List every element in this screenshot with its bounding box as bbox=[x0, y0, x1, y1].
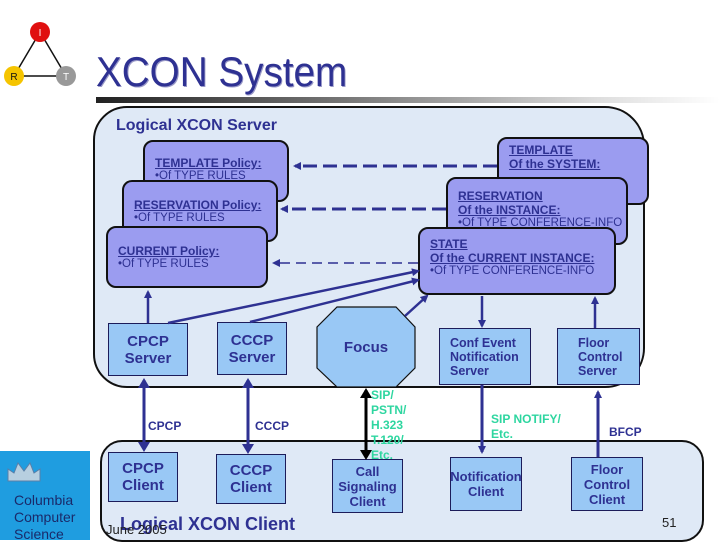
reservation-instance-line2: Of the INSTANCE: bbox=[458, 203, 561, 217]
slide-title: XCON System bbox=[96, 48, 348, 95]
notification-client-line: Client bbox=[467, 484, 505, 499]
conf-event-line: Conf Event bbox=[450, 335, 516, 350]
page-number: 51 bbox=[662, 515, 677, 530]
reservation-instance-title: RESERVATION bbox=[458, 189, 543, 203]
signaling-protocol-label: SIP/ PSTN/ H.323 T.120/ Etc. bbox=[371, 388, 406, 463]
logo-label-t: T bbox=[63, 72, 69, 83]
state-title: STATE bbox=[430, 237, 468, 251]
template-policy-title: TEMPLATE Policy: bbox=[155, 156, 262, 170]
signaling-proto-line: Etc. bbox=[371, 448, 394, 462]
bfcp-protocol-label: BFCP bbox=[609, 425, 642, 439]
state-subtitle: •Of TYPE CONFERENCE-INFO bbox=[430, 265, 595, 277]
crown-icon bbox=[7, 461, 41, 482]
call-signaling-line: Call bbox=[355, 463, 380, 479]
columbia-line: Science bbox=[14, 526, 64, 542]
notification-client[interactable]: Notification Client bbox=[450, 457, 522, 511]
floor-client-line: Control bbox=[583, 476, 631, 492]
conf-event-notification-server[interactable]: Conf Event Notification Server bbox=[439, 328, 531, 385]
floor-server-line: Server bbox=[578, 363, 617, 378]
current-policy[interactable]: CURRENT Policy: •Of TYPE RULES bbox=[106, 226, 268, 288]
signaling-proto-line: T.120/ bbox=[371, 433, 404, 447]
logo-label-i: I bbox=[39, 28, 42, 39]
cpcp-server-line: Server bbox=[124, 349, 172, 367]
state-line2: Of the CURRENT INSTANCE: bbox=[430, 251, 595, 265]
call-signaling-line: Client bbox=[349, 493, 386, 509]
cccp-client-line: CCCP bbox=[229, 462, 273, 479]
reservation-policy-title: RESERVATION Policy: bbox=[134, 198, 262, 212]
cpcp-client[interactable]: CPCP Client bbox=[108, 452, 178, 502]
call-signaling-client[interactable]: Call Signaling Client bbox=[332, 459, 403, 513]
floor-server-line: Control bbox=[578, 349, 623, 364]
cpcp-server[interactable]: CPCP Server bbox=[108, 323, 188, 376]
cccp-server[interactable]: CCCP Server bbox=[217, 322, 287, 375]
cpcp-protocol-label: CPCP bbox=[148, 419, 182, 433]
template-system-line2: Of the SYSTEM: bbox=[509, 157, 601, 171]
signaling-proto-line: PSTN/ bbox=[371, 403, 407, 417]
template-system-title: TEMPLATE bbox=[509, 143, 573, 157]
notify-protocol-label: SIP NOTIFY/ Etc. bbox=[491, 412, 561, 442]
cccp-server-line: Server bbox=[228, 348, 276, 366]
irt-logo: I R T bbox=[4, 22, 76, 86]
notify-proto-line: SIP NOTIFY/ bbox=[491, 412, 561, 426]
floor-client-line: Floor bbox=[590, 461, 624, 477]
cpcp-client-line: CPCP bbox=[122, 460, 164, 477]
columbia-text: Columbia Computer Science bbox=[14, 492, 75, 543]
cccp-client[interactable]: CCCP Client bbox=[216, 454, 286, 504]
cpcp-client-line: Client bbox=[122, 477, 164, 494]
cpcp-server-line: CPCP bbox=[127, 332, 169, 350]
floor-client-line: Client bbox=[588, 491, 626, 507]
server-label: Logical XCON Server bbox=[116, 117, 277, 134]
cccp-protocol-label: CCCP bbox=[255, 419, 290, 433]
logo-label-r: R bbox=[10, 72, 17, 83]
signaling-proto-line: H.323 bbox=[371, 418, 404, 432]
reservation-policy-subtitle: •Of TYPE RULES bbox=[134, 212, 225, 224]
floor-control-client[interactable]: Floor Control Client bbox=[571, 457, 643, 511]
floor-control-server[interactable]: Floor Control Server bbox=[557, 328, 640, 385]
current-policy-title: CURRENT Policy: bbox=[118, 244, 220, 258]
title-underline bbox=[96, 97, 720, 103]
notify-proto-line: Etc. bbox=[491, 427, 514, 441]
slide-date: June 2005 bbox=[106, 522, 167, 537]
columbia-line: Computer bbox=[14, 509, 76, 525]
conf-event-line: Notification bbox=[450, 349, 519, 364]
conf-event-line: Server bbox=[450, 363, 489, 378]
current-policy-subtitle: •Of TYPE RULES bbox=[118, 258, 209, 270]
cccp-server-line: CCCP bbox=[230, 331, 274, 349]
call-signaling-line: Signaling bbox=[338, 478, 397, 494]
signaling-proto-line: SIP/ bbox=[371, 388, 394, 402]
notification-client-line: Notification bbox=[450, 469, 522, 484]
focus-label[interactable]: Focus bbox=[317, 339, 415, 356]
columbia-line: Columbia bbox=[14, 492, 74, 508]
state-current-instance[interactable]: STATE Of the CURRENT INSTANCE: •Of TYPE … bbox=[418, 227, 616, 295]
floor-server-line: Floor bbox=[578, 335, 610, 350]
cccp-client-line: Client bbox=[230, 479, 272, 496]
